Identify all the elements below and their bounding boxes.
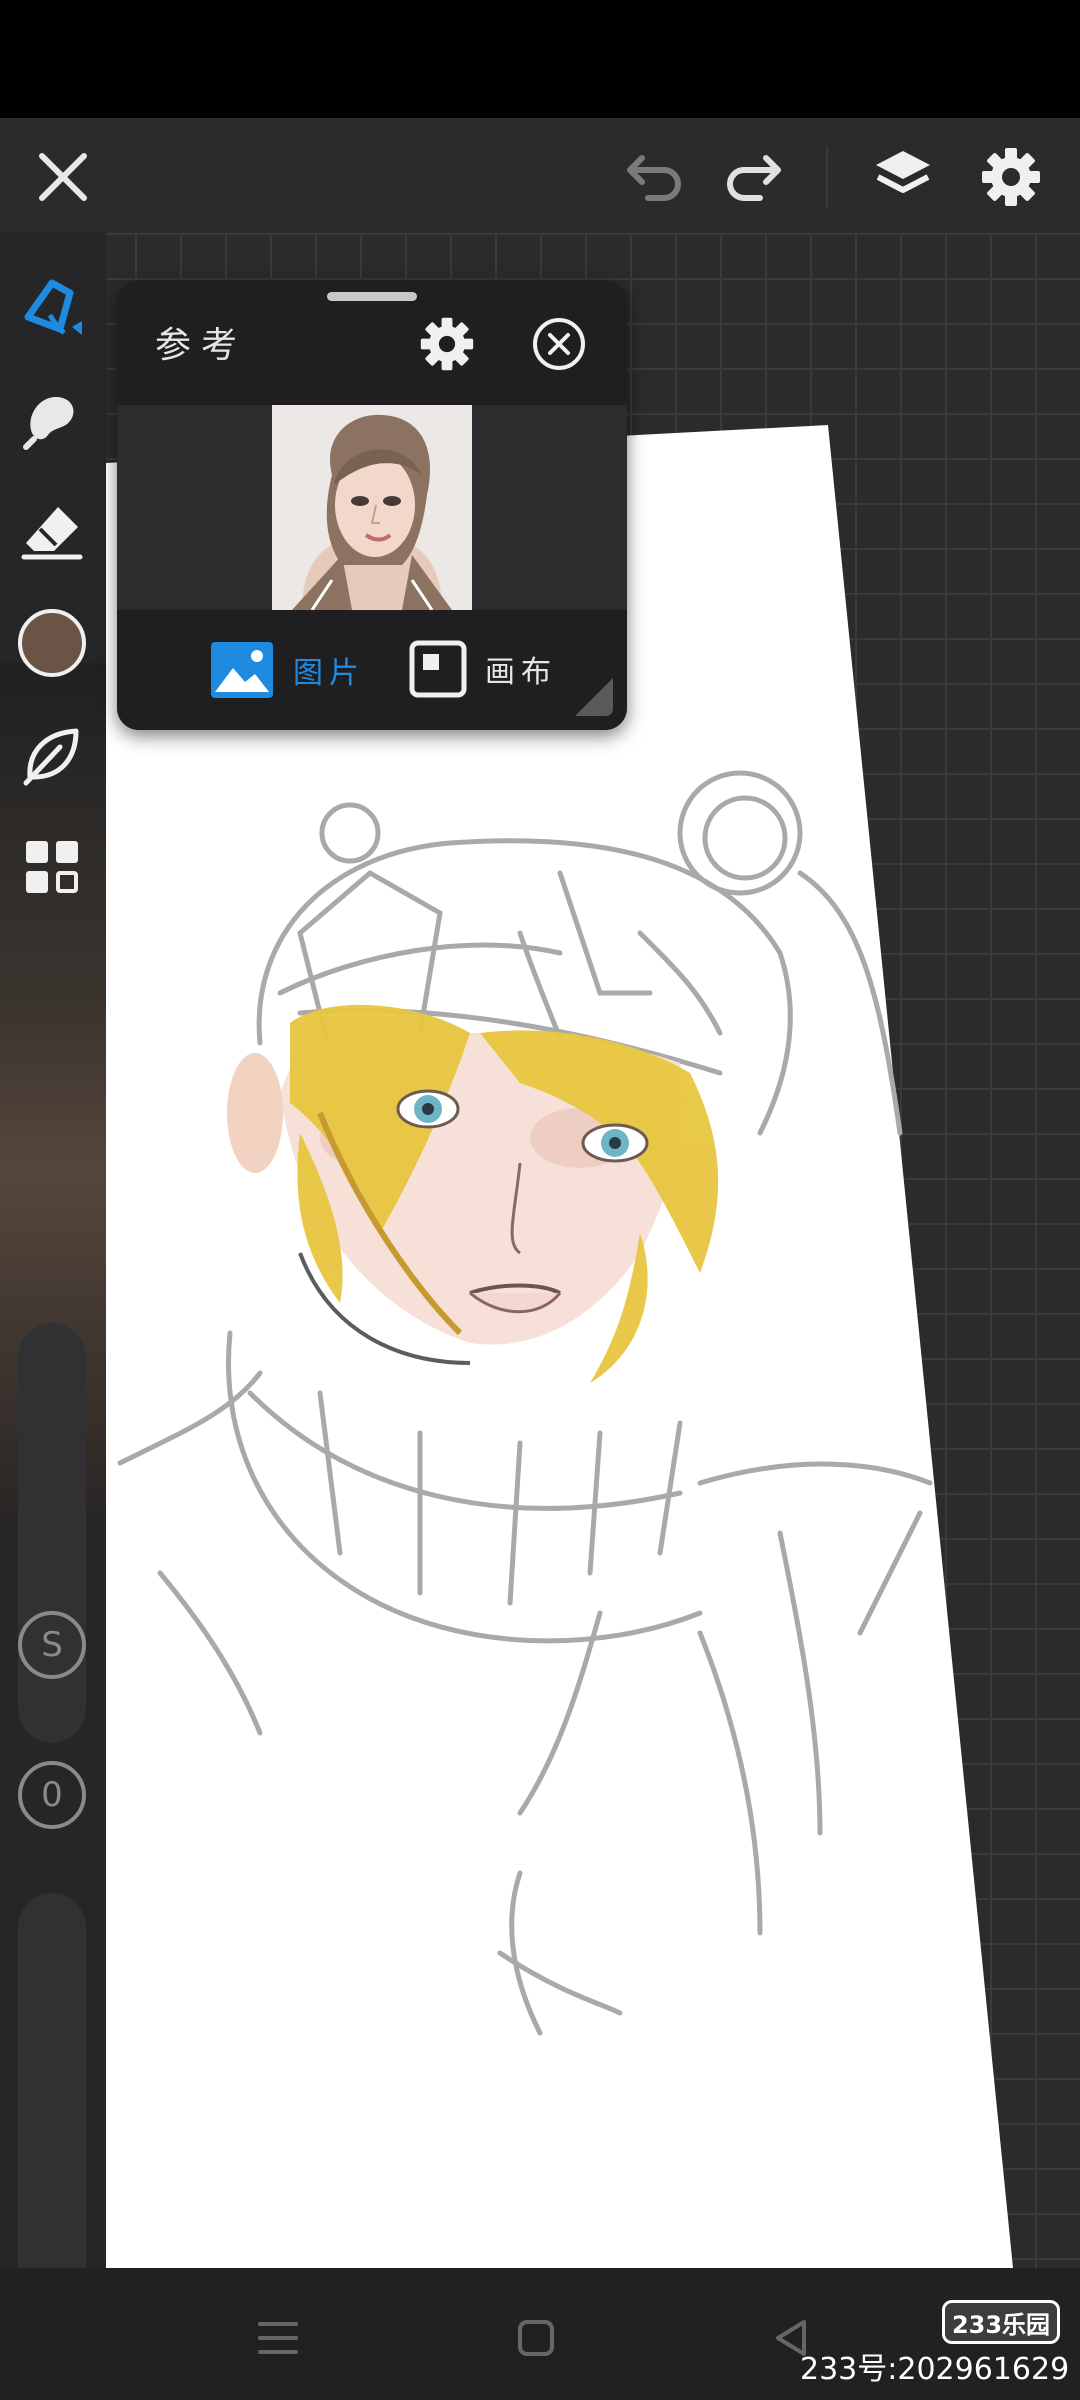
leaf-tool[interactable]	[14, 717, 90, 793]
canvas-icon	[409, 640, 467, 698]
close-icon	[39, 153, 87, 201]
watermark-id: 233号:202961629	[800, 2352, 1070, 2387]
smudge-tool[interactable]	[14, 381, 90, 457]
reference-close-button[interactable]	[531, 316, 587, 372]
home-button[interactable]	[506, 2308, 566, 2368]
image-icon	[211, 642, 273, 698]
tab-image-label: 图片	[293, 656, 365, 691]
brush-size-slider[interactable]	[18, 1323, 86, 1743]
eraser-icon	[21, 507, 83, 560]
tab-image[interactable]: 图片	[209, 640, 365, 700]
tab-canvas[interactable]: 画布	[409, 640, 557, 698]
more-tools-button[interactable]	[14, 829, 90, 905]
recent-apps-button[interactable]	[248, 2308, 308, 2368]
tab-canvas-label: 画布	[485, 655, 557, 690]
opacity-label: 0	[41, 1775, 63, 1815]
color-picker[interactable]	[14, 605, 90, 681]
close-button[interactable]	[28, 142, 98, 212]
smudge-icon	[23, 397, 74, 450]
reference-panel-title: 参考	[155, 325, 248, 366]
menu-icon	[258, 2322, 298, 2354]
undo-icon	[627, 155, 681, 201]
gear-icon	[420, 317, 474, 371]
gear-icon	[982, 148, 1040, 206]
color-swatch	[18, 609, 86, 677]
status-bar	[0, 0, 1080, 118]
reference-panel-footer: 图片 画布	[117, 610, 627, 730]
reference-image	[272, 405, 472, 610]
eraser-tool[interactable]	[14, 493, 90, 569]
redo-icon	[727, 155, 781, 201]
layers-button[interactable]	[868, 142, 938, 212]
reference-settings-button[interactable]	[419, 316, 475, 372]
size-label: S	[41, 1625, 63, 1665]
toolbar-divider	[826, 146, 828, 208]
size-indicator[interactable]: S	[18, 1611, 86, 1679]
reference-panel[interactable]: 参考 图片 画布	[117, 280, 627, 730]
layers-icon	[876, 151, 930, 193]
undo-button[interactable]	[620, 142, 690, 212]
brush-icon	[24, 279, 82, 335]
redo-button[interactable]	[718, 142, 788, 212]
reference-panel-header: 参考	[117, 280, 627, 405]
tool-sidebar: S 0	[0, 233, 106, 2353]
drag-handle[interactable]	[327, 292, 417, 301]
resize-handle-icon[interactable]	[569, 672, 619, 722]
brush-tool[interactable]	[14, 269, 90, 345]
grid-icon	[26, 841, 78, 893]
settings-button[interactable]	[976, 142, 1046, 212]
home-icon	[518, 2320, 554, 2356]
watermark-logo: 233乐园	[942, 2300, 1060, 2344]
top-toolbar	[0, 118, 1080, 233]
opacity-indicator[interactable]: 0	[18, 1761, 86, 1829]
leaf-icon	[23, 728, 79, 786]
close-circle-icon	[533, 318, 585, 370]
